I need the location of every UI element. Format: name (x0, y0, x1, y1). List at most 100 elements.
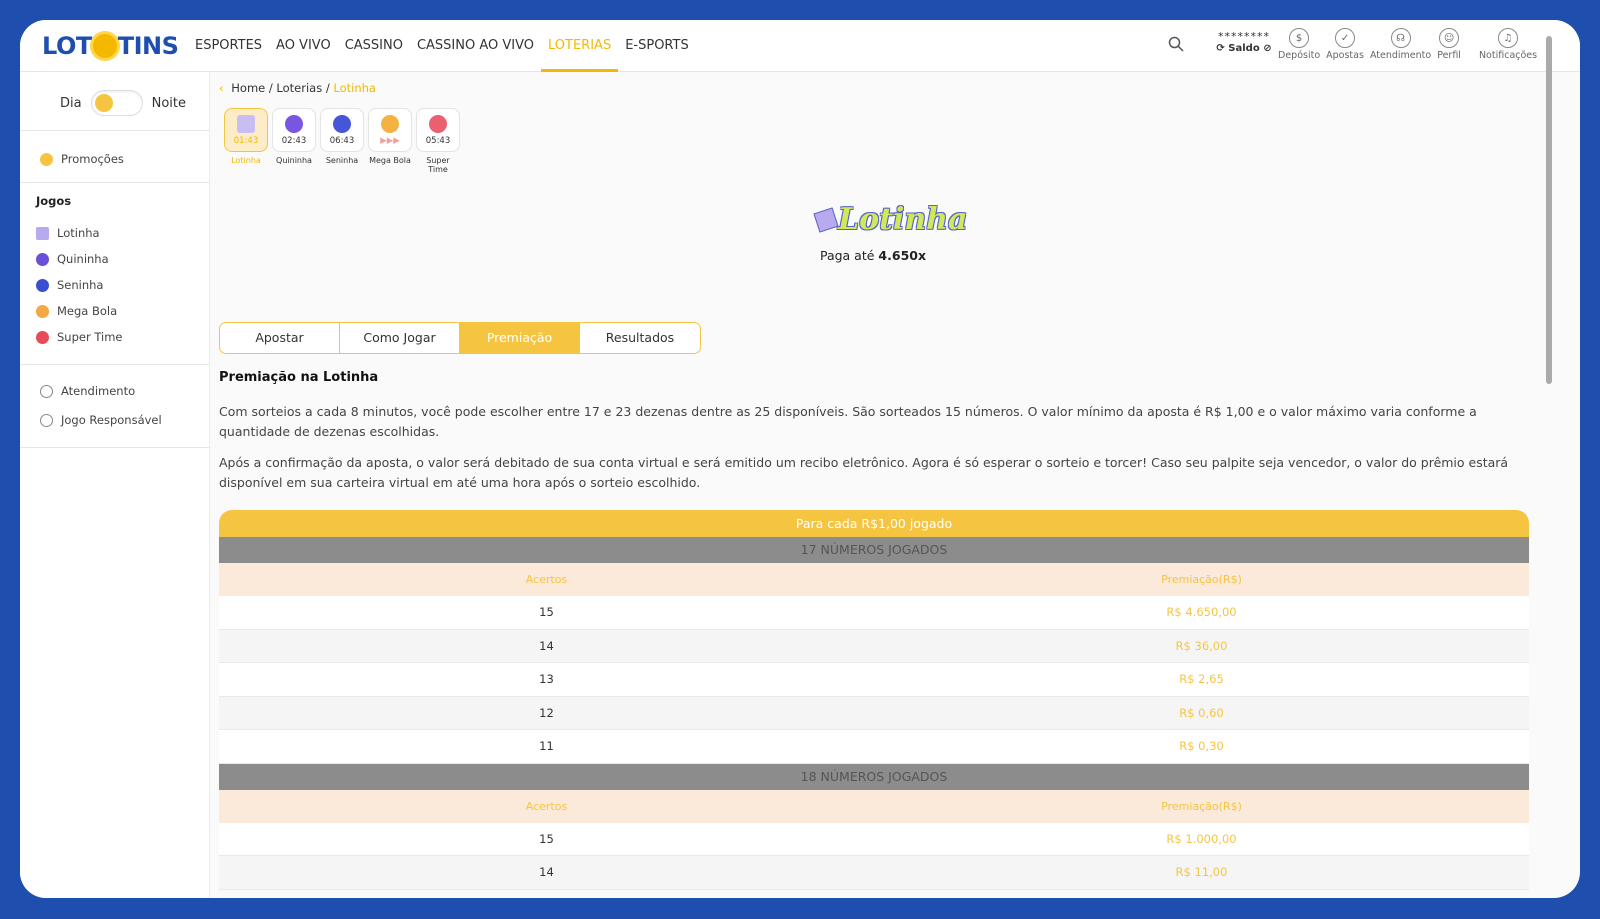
balance-label: Saldo (1228, 43, 1260, 54)
cell-hits: 12 (539, 705, 554, 720)
atendimento-label: Atendimento (1369, 50, 1432, 61)
sun-icon (92, 34, 117, 58)
game-name: Super Time (426, 156, 450, 174)
perfil-button[interactable]: ☺ Perfil (1437, 28, 1461, 61)
chevron-left-icon[interactable]: ‹ (219, 81, 224, 95)
cell-prize: R$ 0,30 (1179, 739, 1224, 753)
breadcrumb-home[interactable]: Home (231, 81, 265, 95)
sidebar-item-quininha[interactable]: Quininha (36, 252, 109, 266)
game-tile-lotinha[interactable]: 01:43 Lotinha (224, 108, 268, 174)
sidebar-item-seninha[interactable]: Seninha (36, 278, 103, 292)
group-header: 18 NÚMEROS JOGADOS (219, 763, 1529, 790)
seninha-icon (333, 114, 351, 133)
header-actions: $ Depósito ✓ Apostas ☊ Atendimento ☺ Perfil … (1278, 28, 1543, 61)
lotinha-icon (237, 114, 255, 133)
breadcrumb-sep: / (268, 81, 273, 95)
game-tile-seninha[interactable]: 06:43 Seninha (320, 108, 364, 174)
col-acertos: Acertos (525, 573, 568, 586)
balance-widget[interactable]: ******** ⟳ Saldo ⊘ (1212, 30, 1276, 54)
cell-hits: 14 (539, 865, 554, 879)
site-logo[interactable]: LOT TINS (42, 32, 179, 60)
quininha-icon (285, 114, 303, 133)
cell-hits: 13 (539, 672, 554, 686)
table-row: 14 R$ 11,00 (219, 856, 1529, 890)
sidebar-item-super-time[interactable]: Super Time (36, 330, 123, 344)
game-timer: 05:43 (425, 135, 451, 146)
breadcrumb-loterias[interactable]: Loterias (276, 81, 322, 95)
top-header: LOT TINS ESPORTES AO VIVO CASSINO CASSIN… (20, 20, 1580, 72)
lotinha-icon (36, 226, 49, 240)
theme-toggle-row: Dia Noite (60, 90, 186, 116)
balance-masked-value: ******** (1218, 30, 1270, 43)
super-time-icon (36, 330, 49, 344)
tab-resultados[interactable]: Resultados (580, 323, 700, 353)
sidebar-item-label: Promoções (61, 152, 124, 166)
prize-table: Para cada R$1,00 jogado 17 NÚMEROS JOGAD… (219, 510, 1529, 890)
sidebar-item-label: Quininha (57, 252, 109, 266)
game-tile-super-time[interactable]: 05:43 Super Time (416, 108, 460, 174)
theme-toggle[interactable] (90, 90, 143, 116)
apostas-icon: ✓ (1335, 28, 1356, 48)
tab-como-jogar[interactable]: Como Jogar (340, 323, 460, 353)
refresh-icon[interactable]: ⟳ (1216, 43, 1224, 54)
group-rows: 15 R$ 4.650,00 14 R$ 36,00 13 R$ 2,65 12 R$ … (219, 596, 1529, 764)
nav-cassino[interactable]: CASSINO (338, 20, 410, 72)
atendimento-button[interactable]: ☊ Atendimento (1370, 28, 1431, 61)
perfil-label: Perfil (1437, 50, 1461, 61)
nav-cassino-ao-vivo[interactable]: CASSINO AO VIVO (410, 20, 541, 72)
search-icon[interactable] (1168, 36, 1184, 52)
table-row: 15 R$ 4.650,00 (219, 596, 1529, 630)
app-window: LOT TINS ESPORTES AO VIVO CASSINO CASSIN… (20, 20, 1580, 898)
group-header: 17 NÚMEROS JOGADOS (219, 537, 1529, 563)
cell-hits: 15 (539, 831, 554, 846)
sidebar-item-promocoes[interactable]: Promoções (40, 152, 124, 166)
cell-prize: R$ 2,65 (1179, 672, 1224, 686)
eye-hidden-icon[interactable]: ⊘ (1263, 43, 1271, 54)
cell-prize: R$ 0,60 (1179, 705, 1224, 720)
page-scrollbar[interactable] (1546, 36, 1552, 384)
sidebar-item-atendimento[interactable]: Atendimento (40, 384, 135, 398)
sidebar-item-jogo-responsavel[interactable]: Jogo Responsável (40, 413, 162, 427)
sidebar-item-mega-bola[interactable]: Mega Bola (36, 304, 117, 318)
coin-icon (40, 152, 53, 166)
apostas-label: Apostas (1326, 50, 1364, 61)
cell-prize: R$ 36,00 (1175, 638, 1228, 653)
nav-esportes[interactable]: ESPORTES (188, 20, 269, 72)
game-tile-mega-bola[interactable]: ▶▶▶ Mega Bola (368, 108, 412, 174)
cell-hits: 15 (539, 605, 554, 619)
atendimento-icon: ☊ (1390, 28, 1411, 48)
nav-esports[interactable]: E-SPORTS (618, 20, 696, 72)
deposito-button[interactable]: $ Depósito (1278, 28, 1320, 61)
quininha-icon (36, 252, 49, 266)
game-timer: 01:43 (233, 135, 259, 146)
tabs: Apostar Como Jogar Premiação Resultados (219, 322, 701, 354)
sidebar-item-lotinha[interactable]: Lotinha (36, 226, 100, 240)
sidebar: Dia Noite Promoções Jogos Lotinha Quinin… (20, 72, 210, 898)
lotinha-cube-icon (813, 206, 839, 233)
tab-premiacao[interactable]: Premiação (460, 323, 580, 353)
nav-loterias[interactable]: LOTERIAS (541, 20, 619, 72)
sidebar-item-label: Super Time (57, 330, 123, 344)
breadcrumb-current: Lotinha (333, 81, 376, 95)
table-row: 15 R$ 1.000,00 (219, 822, 1529, 856)
col-premiacao: Premiação(R$) (1161, 573, 1242, 586)
paragraph-1: Com sorteios a cada 8 minutos, você pode… (219, 404, 1477, 439)
sidebar-item-label: Mega Bola (57, 304, 118, 318)
divider (20, 182, 210, 183)
logo-text-left: LOT (42, 32, 92, 60)
apostas-button[interactable]: ✓ Apostas (1326, 28, 1364, 61)
sidebar-item-label: Seninha (57, 278, 104, 292)
day-label: Dia (60, 95, 82, 111)
section-title: Premiação na Lotinha (219, 370, 379, 385)
main-content: ‹ Home / Loterias / Lotinha 01:43 Lotinh… (219, 72, 1537, 898)
col-acertos: Acertos (525, 799, 568, 813)
table-row: 11 R$ 0,30 (219, 730, 1529, 764)
notificacoes-button[interactable]: ♫ Notificações (1479, 28, 1537, 61)
cell-hits: 11 (539, 739, 554, 753)
game-tile-quininha[interactable]: 02:43 Quininha (272, 108, 316, 174)
nav-ao-vivo[interactable]: AO VIVO (269, 20, 338, 72)
tab-apostar[interactable]: Apostar (220, 323, 340, 353)
lotinha-logo: Lotinha (813, 202, 967, 237)
payout-prefix: Paga até (819, 248, 875, 263)
table-column-headers: Acertos Premiação(R$) (219, 789, 1529, 823)
